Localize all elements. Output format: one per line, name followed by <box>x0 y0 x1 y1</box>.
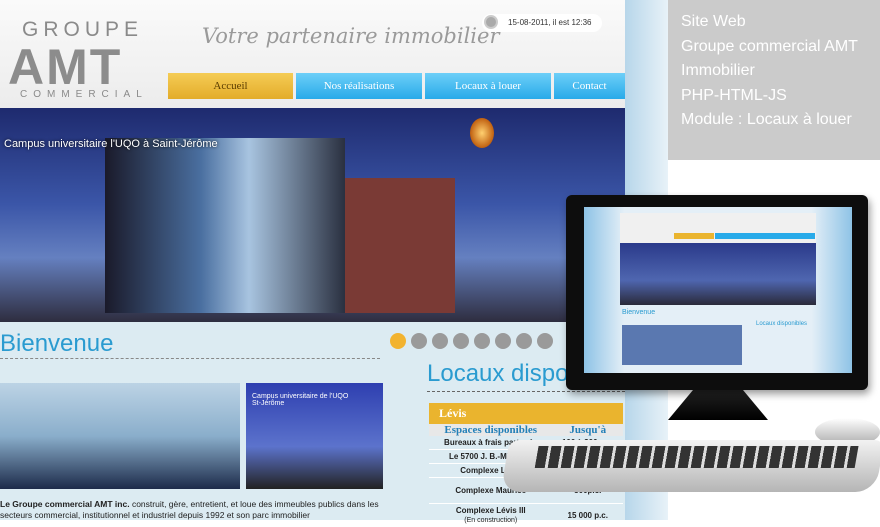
team-photo <box>0 383 240 489</box>
table-row[interactable]: Complexe Lévis III (En construction) 15 00… <box>429 503 623 527</box>
cell-text: Complexe Lévis III <box>455 506 526 515</box>
mini-nav <box>715 233 815 239</box>
clock-icon <box>484 15 498 29</box>
slider-dot[interactable] <box>453 333 469 349</box>
city-header: Lévis <box>429 403 623 424</box>
site-header: GROUPE AMT COMMERCIAL Votre partenaire i… <box>0 0 625 108</box>
monitor: Bienvenue Locaux disponibles <box>566 195 868 390</box>
divider <box>0 358 380 359</box>
company-name: Le Groupe commercial AMT inc. <box>0 499 130 509</box>
intro-paragraph: Le Groupe commercial AMT inc. construit,… <box>0 499 400 521</box>
nav-accueil[interactable]: Accueil <box>168 73 293 99</box>
building-image <box>105 138 345 313</box>
nav-locaux[interactable]: Locaux à louer <box>425 73 551 99</box>
keyboard <box>500 440 880 492</box>
info-line: Module : Locaux à louer <box>681 111 852 128</box>
date-display: 15-08-2011, il est 12:36 <box>482 14 602 32</box>
logo-amt-text: AMT <box>8 39 123 95</box>
info-line: Site Web <box>681 13 746 30</box>
slider-dot[interactable] <box>537 333 553 349</box>
cell: 15 000 p.c. <box>552 503 623 527</box>
monitor-stand <box>668 390 768 420</box>
slider-dot[interactable] <box>495 333 511 349</box>
street-lamp <box>470 118 494 148</box>
info-line: PHP-HTML-JS <box>681 86 787 104</box>
info-line: Immobilier <box>681 62 755 79</box>
project-info: Site Web Groupe commercial AMT Immobilie… <box>668 0 880 160</box>
building-image <box>345 178 455 313</box>
col-header: Jusqu'à <box>552 424 623 436</box>
campus-thumbnail[interactable]: Campus universitaire de l'UQO St-Jérôme <box>246 383 383 489</box>
col-header: Espaces disponibles <box>429 424 553 436</box>
nav-realisations[interactable]: Nos réalisations <box>296 73 422 99</box>
slider-dot[interactable] <box>411 333 427 349</box>
info-line: Groupe commercial AMT <box>681 37 858 55</box>
mini-nav <box>674 233 714 239</box>
slider-dot[interactable] <box>474 333 490 349</box>
banner-caption: Campus universitaire l'UQO à Saint-Jérôm… <box>4 138 218 150</box>
mini-photo <box>622 325 742 365</box>
slider-dot[interactable] <box>390 333 406 349</box>
monitor-screen: Bienvenue Locaux disponibles <box>584 207 852 373</box>
welcome-heading: Bienvenue <box>0 330 114 357</box>
divider <box>427 391 625 392</box>
cell: Complexe Lévis III (En construction) <box>429 503 553 527</box>
keyboard-keys <box>534 446 859 468</box>
tagline: Votre partenaire immobilier <box>202 24 500 48</box>
logo-amt[interactable]: AMT <box>8 38 122 96</box>
nav-contact[interactable]: Contact <box>554 73 625 99</box>
cell-note: (En construction) <box>464 517 518 524</box>
mini-welcome: Bienvenue <box>622 309 656 316</box>
hero-banner: Campus universitaire l'UQO à Saint-Jérôm… <box>0 108 625 322</box>
mini-banner <box>620 243 816 305</box>
slider-dots <box>390 333 553 349</box>
slider-dot[interactable] <box>516 333 532 349</box>
logo-commercial: COMMERCIAL <box>20 89 148 100</box>
mini-locaux: Locaux disponibles <box>756 321 808 327</box>
thumb-caption: Campus universitaire de l'UQO St-Jérôme <box>252 393 349 407</box>
slider-dot[interactable] <box>432 333 448 349</box>
